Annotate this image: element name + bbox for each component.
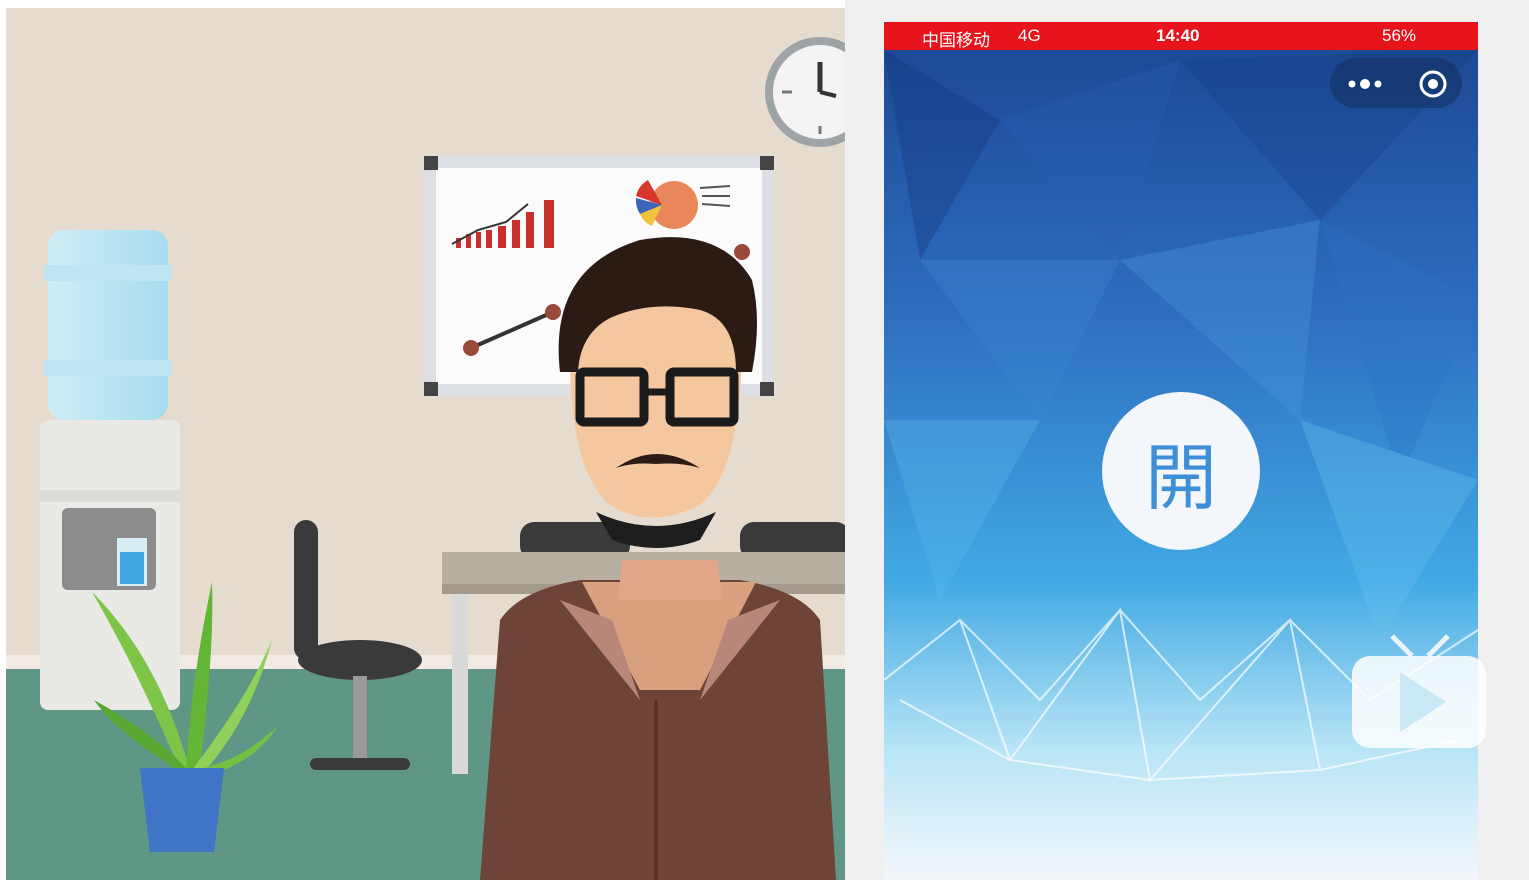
water-dispenser [40, 230, 180, 710]
battery-percent: 56% [1382, 26, 1417, 45]
app-scene [0, 0, 1529, 880]
carrier-name: 中国移动 [922, 31, 990, 50]
status-time: 14:40 [1156, 26, 1200, 45]
office-illustration [0, 0, 875, 880]
network-type: 4G [1018, 26, 1041, 45]
status-bar: 中国移动 4G 14:40 56% [884, 22, 1478, 50]
open-button-bg [1102, 392, 1260, 550]
phone-frame [845, 0, 1529, 880]
